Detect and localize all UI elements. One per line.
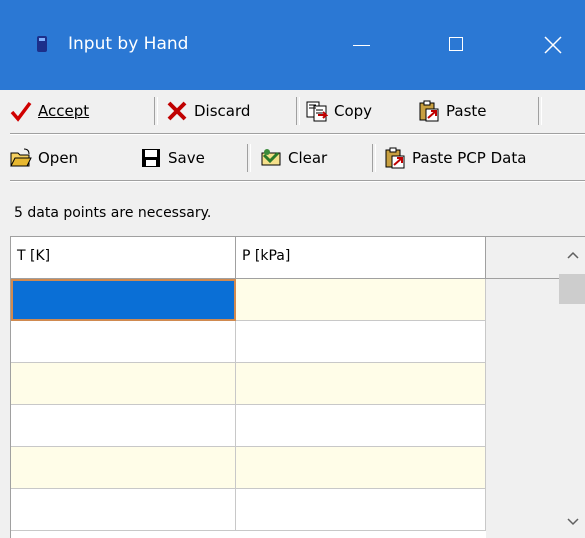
title-bar: Input by Hand xyxy=(0,0,585,90)
grid-cell-pressure[interactable] xyxy=(236,279,486,321)
check-icon xyxy=(10,101,32,122)
grid-cell-temperature[interactable] xyxy=(11,489,236,531)
window-title: Input by Hand xyxy=(68,34,189,54)
data-grid[interactable]: T [K] P [kPa] xyxy=(10,236,585,538)
table-row xyxy=(11,363,486,405)
floppy-disk-icon xyxy=(142,149,160,167)
close-icon xyxy=(544,36,562,54)
minimize-button[interactable] xyxy=(338,26,384,64)
scroll-down-icon[interactable] xyxy=(567,517,579,527)
grid-cell-pressure[interactable] xyxy=(236,489,486,531)
vertical-scrollbar[interactable] xyxy=(559,237,585,538)
grid-cell-pressure[interactable] xyxy=(236,321,486,363)
column-header-pressure[interactable]: P [kPa] xyxy=(236,237,486,279)
folder-open-icon xyxy=(10,148,32,167)
separator xyxy=(372,144,376,172)
grid-cell-pressure[interactable] xyxy=(236,405,486,447)
accept-button[interactable]: Accept xyxy=(10,92,89,130)
paste-pcp-data-button[interactable]: Paste PCP Data xyxy=(384,139,526,177)
grid-cell-temperature[interactable] xyxy=(11,321,236,363)
toolbar-edit: Accept Discard Copy Paste xyxy=(10,92,585,130)
toolbar-file: Open Save Clear Paste PCP Data xyxy=(10,139,585,177)
app-icon xyxy=(37,36,47,52)
x-icon xyxy=(167,101,187,121)
close-button[interactable] xyxy=(530,26,576,64)
copy-icon xyxy=(306,101,328,122)
table-row xyxy=(11,279,486,321)
maximize-button[interactable] xyxy=(433,26,479,64)
eraser-icon xyxy=(261,149,281,166)
grid-cell-pressure[interactable] xyxy=(236,363,486,405)
column-header-temperature[interactable]: T [K] xyxy=(11,237,236,279)
scroll-up-icon[interactable] xyxy=(567,250,579,260)
grid-cell-temperature[interactable] xyxy=(11,447,236,489)
grid-cell-temperature[interactable] xyxy=(11,405,236,447)
discard-button[interactable]: Discard xyxy=(166,92,250,130)
separator xyxy=(247,144,251,172)
save-button[interactable]: Save xyxy=(140,139,205,177)
toolbar-divider xyxy=(10,133,585,135)
grid-header-filler xyxy=(486,237,559,279)
paste-icon xyxy=(419,100,439,122)
grid-cell-pressure[interactable] xyxy=(236,447,486,489)
open-button[interactable]: Open xyxy=(10,139,78,177)
table-row xyxy=(11,447,486,489)
clear-button[interactable]: Clear xyxy=(260,139,327,177)
copy-button[interactable]: Copy xyxy=(306,92,372,130)
info-text: 5 data points are necessary. xyxy=(14,205,212,221)
paste-button[interactable]: Paste xyxy=(418,92,487,130)
grid-empty-area xyxy=(486,279,559,538)
toolbar-divider xyxy=(10,180,585,182)
separator xyxy=(538,97,542,125)
grid-cell-temperature[interactable] xyxy=(11,363,236,405)
table-row xyxy=(11,405,486,447)
table-row xyxy=(11,321,486,363)
separator xyxy=(296,97,300,125)
separator xyxy=(154,97,158,125)
paste-icon xyxy=(385,147,405,169)
table-row xyxy=(11,489,486,531)
scrollbar-thumb[interactable] xyxy=(559,274,585,304)
grid-cell-temperature[interactable] xyxy=(11,279,236,321)
